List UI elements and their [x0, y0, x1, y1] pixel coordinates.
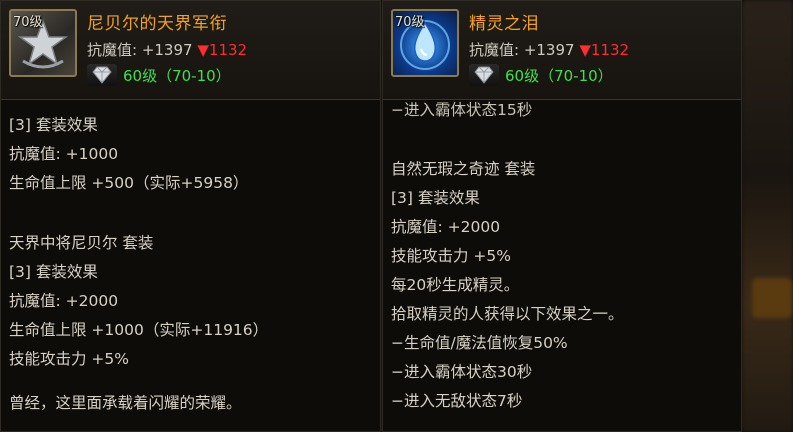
stat-decrease-value: ▼1132: [579, 41, 630, 59]
diamond-gem-icon: [469, 64, 499, 86]
set-effect-line: 每20秒生成精灵。: [391, 276, 520, 294]
set-name: 自然无瑕之奇迹 套装: [391, 160, 536, 178]
stat-label: 抗魔值: +1397: [469, 41, 575, 59]
tooltip-body: [3] 套装效果 抗魔值: +1000 生命值上限 +500（实际+5958） …: [1, 99, 380, 431]
item-level-badge: 70级: [13, 15, 43, 30]
set-effect-heading: [3] 套装效果: [391, 189, 480, 207]
set-effect-line: −生命值/魔法值恢复50%: [391, 334, 568, 352]
grade-text: 60级（70-10）: [123, 66, 231, 85]
item-name: 精灵之泪: [469, 14, 539, 34]
set-effect-line: 抗魔值: +2000: [9, 292, 119, 310]
set-effect-heading: [3] 套装效果: [9, 263, 98, 281]
item-grade: 60级（70-10）: [469, 63, 613, 87]
set-effect-line: −进入霸体状态15秒: [391, 101, 533, 119]
item-tooltip-left: 70级 尼贝尔的天界军衔 抗魔值: +1397 ▼1132 60级（70-10）…: [0, 0, 381, 432]
set-effect-line: −进入霸体状态30秒: [391, 363, 533, 381]
item-level-badge: 70级: [395, 15, 425, 30]
set-effect-line: 生命值上限 +500（实际+5958）: [9, 174, 249, 192]
magic-resist-stat: 抗魔值: +1397 ▼1132: [87, 39, 247, 60]
item-flavor-text: 曾经，这里面承载着闪耀的荣耀。: [9, 394, 242, 412]
tooltip-body: −进入霸体状态15秒 自然无瑕之奇迹 套装 [3] 套装效果 抗魔值: +200…: [383, 99, 741, 431]
star-emblem-icon: 70级: [9, 9, 77, 77]
set-effect-line: 技能攻击力 +5%: [9, 350, 130, 368]
set-effect-line: 拾取精灵的人获得以下效果之一。: [391, 305, 624, 323]
stat-decrease-value: ▼1132: [197, 41, 248, 59]
set-name: 天界中将尼贝尔 套装: [9, 234, 154, 252]
set-effect-heading: [3] 套装效果: [9, 116, 98, 134]
set-effect-line: 技能攻击力 +5%: [391, 247, 512, 265]
item-grade: 60级（70-10）: [87, 63, 231, 87]
set-effect-line: 生命值上限 +1000（实际+11916）: [9, 321, 269, 339]
set-effect-line: 抗魔值: +1000: [9, 145, 119, 163]
diamond-gem-icon: [87, 64, 117, 86]
screen: 70级 尼贝尔的天界军衔 抗魔值: +1397 ▼1132 60级（70-10）…: [0, 0, 793, 432]
grade-text: 60级（70-10）: [505, 66, 613, 85]
background-decoration: [752, 278, 792, 318]
tooltip-header: 70级 尼贝尔的天界军衔 抗魔值: +1397 ▼1132 60级（70-10）: [1, 1, 380, 100]
item-name: 尼贝尔的天界军衔: [87, 14, 227, 34]
background-decoration: [742, 0, 793, 432]
set-effect-line: −进入无敌状态7秒: [391, 392, 523, 410]
set-effect-line: 抗魔值: +2000: [391, 218, 501, 236]
stat-label: 抗魔值: +1397: [87, 41, 193, 59]
tooltip-header: 70级 精灵之泪 抗魔值: +1397 ▼1132 60级（70-10）: [383, 1, 741, 100]
magic-resist-stat: 抗魔值: +1397 ▼1132: [469, 39, 629, 60]
item-tooltip-right: 70级 精灵之泪 抗魔值: +1397 ▼1132 60级（70-10） −进入…: [382, 0, 742, 432]
teardrop-crystal-icon: 70级: [391, 9, 459, 77]
